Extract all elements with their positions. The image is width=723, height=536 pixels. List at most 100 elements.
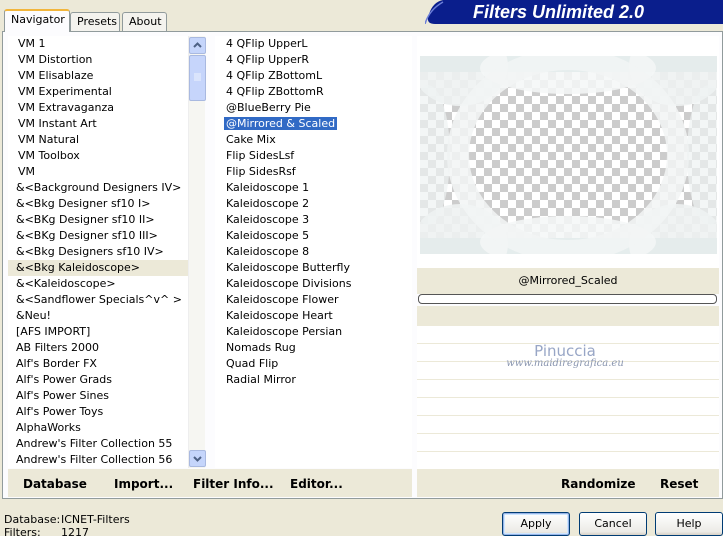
filter-item-label: 4 QFlip UpperL xyxy=(226,37,308,50)
category-item[interactable]: VM Instant Art xyxy=(8,116,188,132)
filter-item[interactable]: Kaleidoscope Persian xyxy=(215,324,412,340)
category-item[interactable]: VM Extravaganza xyxy=(8,100,188,116)
filter-item-label: Kaleidoscope Flower xyxy=(226,293,339,306)
watermark: Pinuccia www.maidiregrafica.eu xyxy=(500,342,630,369)
filter-item[interactable]: Kaleidoscope 2 xyxy=(215,196,412,212)
filter-item-label: @Mirrored & Scaled xyxy=(224,117,338,130)
filter-item[interactable]: Cake Mix xyxy=(215,132,412,148)
filter-item[interactable]: Kaleidoscope 8 xyxy=(215,244,412,260)
control-separator xyxy=(417,306,719,326)
filter-item-label: Cake Mix xyxy=(226,133,276,146)
category-item[interactable]: VM Experimental xyxy=(8,84,188,100)
filter-item[interactable]: Kaleidoscope Flower xyxy=(215,292,412,308)
category-item[interactable]: VM Natural xyxy=(8,132,188,148)
scroll-thumb[interactable] xyxy=(189,55,206,101)
scroll-up-button[interactable] xyxy=(189,37,206,54)
filter-item[interactable]: Radial Mirror xyxy=(215,372,412,388)
filter-item[interactable]: 4 QFlip UpperL xyxy=(215,36,412,52)
filter-item-label: Kaleidoscope Persian xyxy=(226,325,343,338)
control-slot xyxy=(417,380,719,398)
category-item[interactable]: VM 1 xyxy=(8,36,188,52)
filter-item-label: Flip SidesRsf xyxy=(226,165,296,178)
preview-image xyxy=(420,56,717,254)
filter-item[interactable]: Kaleidoscope Divisions xyxy=(215,276,412,292)
apply-button[interactable]: Apply xyxy=(502,512,570,536)
category-item[interactable]: Alf's Power Grads xyxy=(8,372,188,388)
scroll-down-button[interactable] xyxy=(189,450,206,467)
editor-button[interactable]: Editor... xyxy=(290,477,343,491)
filter-item[interactable]: @Mirrored & Scaled xyxy=(215,116,412,132)
filter-item[interactable]: Quad Flip xyxy=(215,356,412,372)
category-scrollbar[interactable] xyxy=(188,36,206,468)
filter-item[interactable]: 4 QFlip ZBottomL xyxy=(215,68,412,84)
filters-count-value: 1217 xyxy=(61,526,89,536)
category-item[interactable]: [AFS IMPORT] xyxy=(8,324,188,340)
category-item[interactable]: AlphaWorks xyxy=(8,420,188,436)
tab-about[interactable]: About xyxy=(122,12,167,31)
filter-item[interactable]: Flip SidesRsf xyxy=(215,164,412,180)
control-slot xyxy=(417,434,719,452)
category-item[interactable]: AB Filters 2000 xyxy=(8,340,188,356)
tab-presets[interactable]: Presets xyxy=(70,12,120,31)
progress-bar xyxy=(418,294,717,304)
help-button[interactable]: Help xyxy=(655,512,723,536)
preview-toolbar: Randomize Reset xyxy=(417,469,719,497)
category-item[interactable]: Alf's Border FX xyxy=(8,356,188,372)
category-item[interactable]: Alf's Power Sines xyxy=(8,388,188,404)
category-item[interactable]: Andrew's Filter Collection 56 xyxy=(8,452,188,468)
filter-item[interactable]: Kaleidoscope 5 xyxy=(215,228,412,244)
filter-item-label: 4 QFlip UpperR xyxy=(226,53,310,66)
filter-item-label: Quad Flip xyxy=(226,357,279,370)
filter-item-label: Kaleidoscope 2 xyxy=(226,197,310,210)
category-item[interactable]: &<Bkg Kaleidoscope> xyxy=(8,260,188,276)
control-slot xyxy=(417,452,719,470)
category-item[interactable]: Alf's Power Toys xyxy=(8,404,188,420)
control-slot xyxy=(417,416,719,434)
category-item[interactable]: &<Background Designers IV> xyxy=(8,180,188,196)
filter-item[interactable]: @BlueBerry Pie xyxy=(215,100,412,116)
category-item[interactable]: &<BKg Designer sf10 II> xyxy=(8,212,188,228)
filter-item[interactable]: Kaleidoscope 1 xyxy=(215,180,412,196)
filter-item[interactable]: Kaleidoscope Butterfly xyxy=(215,260,412,276)
category-list[interactable]: VM 1 VM Distortion VM Elisablaze VM Experim… xyxy=(8,36,188,468)
cancel-button[interactable]: Cancel xyxy=(579,512,647,536)
category-item[interactable]: &<Bkg Designers sf10 IV> xyxy=(8,244,188,260)
filter-item-label: Kaleidoscope 1 xyxy=(226,181,310,194)
filter-item-label: Kaleidoscope Butterfly xyxy=(226,261,350,274)
category-item[interactable]: Andrew's Filter Collection 55 xyxy=(8,436,188,452)
category-item[interactable]: &Neu! xyxy=(8,308,188,324)
category-item[interactable]: &<BKg Designer sf10 III> xyxy=(8,228,188,244)
filter-item[interactable]: 4 QFlip UpperR xyxy=(215,52,412,68)
database-button[interactable]: Database xyxy=(23,477,87,491)
category-item[interactable]: VM Distortion xyxy=(8,52,188,68)
app-title: Filters Unlimited 2.0 xyxy=(473,2,644,22)
filter-item[interactable]: Nomads Rug xyxy=(215,340,412,356)
filter-item[interactable]: Kaleidoscope 3 xyxy=(215,212,412,228)
filter-list[interactable]: 4 QFlip UpperL 4 QFlip UpperR 4 QFlip ZBot… xyxy=(215,36,412,468)
watermark-url: www.maidiregrafica.eu xyxy=(506,358,624,369)
tab-navigator[interactable]: Navigator xyxy=(4,9,70,32)
filter-info-button[interactable]: Filter Info... xyxy=(193,477,274,491)
category-item[interactable]: &<Sandflower Specials^v^ > xyxy=(8,292,188,308)
filter-item[interactable]: Kaleidoscope Heart xyxy=(215,308,412,324)
control-slot xyxy=(417,398,719,416)
category-item[interactable]: VM xyxy=(8,164,188,180)
filters-count-label: Filters: xyxy=(4,526,41,536)
filter-item-label: Flip SidesLsf xyxy=(226,149,295,162)
filter-item[interactable]: Flip SidesLsf xyxy=(215,148,412,164)
import-button[interactable]: Import... xyxy=(114,477,173,491)
category-item[interactable]: VM Elisablaze xyxy=(8,68,188,84)
filter-item-label: Kaleidoscope 3 xyxy=(226,213,310,226)
category-item[interactable]: VM Toolbox xyxy=(8,148,188,164)
chevron-up-icon xyxy=(193,42,202,48)
randomize-button[interactable]: Randomize xyxy=(561,477,635,491)
category-item[interactable]: &<Kaleidoscope> xyxy=(8,276,188,292)
filter-item[interactable]: 4 QFlip ZBottomR xyxy=(215,84,412,100)
filter-item-label: Kaleidoscope 5 xyxy=(226,229,310,242)
filter-item-label: Radial Mirror xyxy=(226,373,296,386)
filter-item-label: @BlueBerry Pie xyxy=(226,101,311,114)
filter-item-label: 4 QFlip ZBottomL xyxy=(226,69,323,82)
filter-item-label: 4 QFlip ZBottomR xyxy=(226,85,324,98)
category-item[interactable]: &<Bkg Designer sf10 I> xyxy=(8,196,188,212)
reset-button[interactable]: Reset xyxy=(660,477,698,491)
